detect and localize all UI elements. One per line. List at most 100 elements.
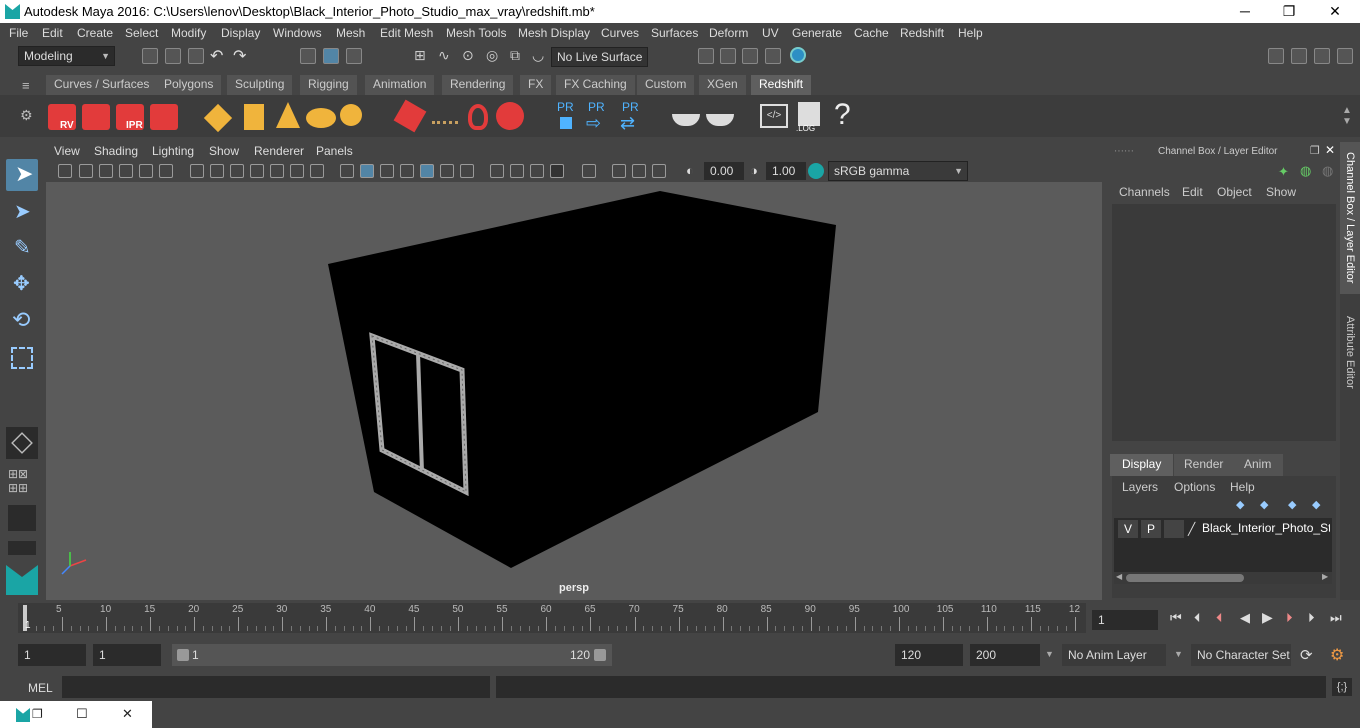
move-tool-icon[interactable]: ✥: [6, 269, 38, 301]
smooth-shade-icon[interactable]: [360, 164, 374, 178]
image-plane-icon[interactable]: [119, 164, 133, 178]
auto-key-icon[interactable]: ⟳: [1300, 646, 1313, 664]
close-icon[interactable]: ✕: [122, 706, 133, 722]
wireframe-icon[interactable]: [340, 164, 354, 178]
render-settings-icon[interactable]: [765, 48, 781, 64]
menu-mesh[interactable]: Mesh: [336, 26, 365, 40]
go-to-start-icon[interactable]: ⏮: [1170, 610, 1182, 626]
scene-end-field[interactable]: 200: [970, 644, 1040, 666]
layers-menu[interactable]: Layers: [1122, 480, 1158, 494]
menu-surfaces[interactable]: Surfaces: [651, 26, 698, 40]
sun-sky-icon[interactable]: [338, 100, 370, 132]
channel-box-toggle-icon[interactable]: [1314, 48, 1330, 64]
scroll-left-icon[interactable]: ◀: [1116, 572, 1122, 581]
tab-animation[interactable]: Animation: [365, 75, 435, 95]
layer-tab-anim[interactable]: Anim: [1232, 454, 1284, 476]
undo-icon[interactable]: ↶: [210, 46, 223, 66]
select-tool-icon[interactable]: ➤: [6, 159, 38, 191]
tab-xgen[interactable]: XGen: [699, 75, 746, 95]
menu-file[interactable]: File: [9, 26, 28, 40]
tab-curves-surfaces[interactable]: Curves / Surfaces: [46, 75, 158, 95]
layer-scrollbar[interactable]: ◀ ▶: [1114, 572, 1332, 584]
layer-playback-toggle[interactable]: P: [1141, 520, 1161, 538]
menu-cache[interactable]: Cache: [854, 26, 889, 40]
field-chart-icon[interactable]: [270, 164, 284, 178]
step-back-icon[interactable]: ⏴: [1194, 610, 1201, 626]
script-editor-button[interactable]: {;}: [1332, 678, 1352, 696]
layer-tab-render[interactable]: Render: [1174, 454, 1234, 476]
manipulator-icon[interactable]: ◍: [1300, 163, 1311, 179]
command-language-label[interactable]: MEL: [28, 681, 53, 695]
layer-color-icon[interactable]: ╱: [1188, 522, 1195, 536]
channel-edit-menu[interactable]: Edit: [1182, 185, 1203, 199]
textured-icon[interactable]: [400, 164, 414, 178]
log-icon[interactable]: .LOG: [794, 100, 826, 133]
snap-curve-icon[interactable]: ∿: [438, 47, 450, 64]
menu-curves[interactable]: Curves: [601, 26, 639, 40]
tab-custom[interactable]: Custom: [637, 75, 695, 95]
xray-icon[interactable]: [550, 164, 564, 178]
isolate-select-icon[interactable]: [582, 164, 596, 178]
tab-rendering[interactable]: Rendering: [442, 75, 514, 95]
move-layer-down-icon[interactable]: ◆: [1312, 498, 1320, 511]
shelf-scroll-icon[interactable]: ▲ ▼: [1342, 105, 1352, 127]
viewport-menu-show[interactable]: Show: [209, 144, 239, 158]
maya-home-icon[interactable]: [6, 565, 38, 595]
tab-redshift[interactable]: Redshift: [751, 75, 812, 95]
playback-end-field[interactable]: 120: [895, 644, 963, 666]
safe-title-icon[interactable]: [310, 164, 324, 178]
prev-key-icon[interactable]: ⏴: [1216, 610, 1223, 626]
time-ruler[interactable]: 1 5 10 15 20 25 30 35 40 45 50 55 60 65 70 75 80 85 90 95 1…: [18, 603, 1086, 633]
tab-fx-caching[interactable]: FX Caching: [556, 75, 635, 95]
snap-view-icon[interactable]: ◎: [486, 47, 498, 64]
range-start-handle[interactable]: [177, 649, 189, 661]
menu-modify[interactable]: Modify: [171, 26, 206, 40]
menu-mesh-tools[interactable]: Mesh Tools: [446, 26, 506, 40]
workspace-icon[interactable]: [1268, 48, 1284, 64]
four-view-layout-icon[interactable]: ⊞⊠ ⊞⊞: [8, 467, 36, 495]
restore-icon[interactable]: ❐: [32, 707, 43, 721]
2d-pan-zoom-icon[interactable]: [159, 164, 173, 178]
backface-culling-icon[interactable]: [652, 164, 666, 178]
maximize-icon[interactable]: ☐: [76, 706, 88, 722]
range-end-handle[interactable]: [594, 649, 606, 661]
help-icon[interactable]: ?: [828, 98, 860, 132]
outliner-layout-icon[interactable]: [8, 541, 36, 555]
layer-name[interactable]: Black_Interior_Photo_Stu: [1202, 521, 1330, 535]
chevron-down-icon[interactable]: ▼: [1174, 649, 1183, 659]
current-frame-field[interactable]: 1: [1092, 610, 1158, 630]
maximize-button[interactable]: ❐: [1266, 0, 1312, 23]
play-forward-icon[interactable]: ▶: [1262, 609, 1273, 626]
ipr-render-icon[interactable]: [742, 48, 758, 64]
screen-space-ao-icon[interactable]: [460, 164, 474, 178]
redo-icon[interactable]: ↷: [233, 46, 246, 66]
bookmark-icon[interactable]: [99, 164, 113, 178]
tab-sculpting[interactable]: Sculpting: [227, 75, 293, 95]
snap-surface-icon[interactable]: ⧉: [510, 47, 520, 64]
channel-list[interactable]: [1112, 204, 1336, 441]
pr-transfer-icon[interactable]: PR ⇄: [618, 100, 650, 133]
menu-create[interactable]: Create: [77, 26, 113, 40]
layer-row[interactable]: V P ╱ Black_Interior_Photo_Stu: [1116, 520, 1332, 538]
viewport-menu-shading[interactable]: Shading: [94, 144, 138, 158]
float-panel-icon[interactable]: ❐: [1310, 144, 1320, 157]
hair-icon[interactable]: [462, 100, 494, 132]
safe-action-icon[interactable]: [290, 164, 304, 178]
menu-generate[interactable]: Generate: [792, 26, 842, 40]
xray-active-icon[interactable]: [632, 164, 646, 178]
menu-uv[interactable]: UV: [762, 26, 779, 40]
menu-select[interactable]: Select: [125, 26, 158, 40]
viewport-menu-lighting[interactable]: Lighting: [152, 144, 194, 158]
render-frame-icon[interactable]: [720, 48, 736, 64]
rotate-tool-icon[interactable]: ⟲: [6, 305, 38, 337]
menu-deform[interactable]: Deform: [709, 26, 748, 40]
side-tab-channel-box[interactable]: Channel Box / Layer Editor: [1340, 142, 1360, 294]
close-panel-icon[interactable]: ✕: [1325, 143, 1335, 157]
open-scene-icon[interactable]: [165, 48, 181, 64]
new-layer-selected-icon[interactable]: ◆: [1260, 498, 1268, 511]
time-slider[interactable]: 1 5 10 15 20 25 30 35 40 45 50 55 60 65 70 75 80 85 90 95 1…: [0, 603, 1360, 637]
snap-point-icon[interactable]: ⊙: [462, 47, 474, 64]
resolution-gate-icon[interactable]: [230, 164, 244, 178]
menu-edit[interactable]: Edit: [42, 26, 63, 40]
camera-attributes-icon[interactable]: [58, 164, 72, 178]
